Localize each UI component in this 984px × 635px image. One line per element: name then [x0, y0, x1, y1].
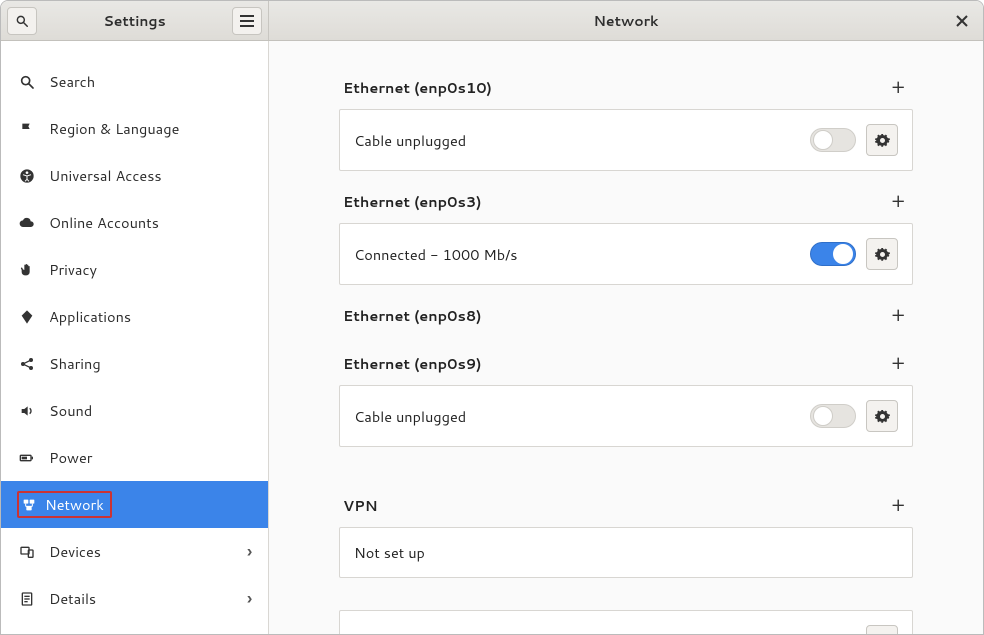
titlebar: Settings Network — [1, 1, 983, 41]
network-panel: Ethernet (enp0s10) + Cable unplugged Eth… — [269, 41, 983, 634]
gear-icon — [875, 409, 890, 424]
sidebar-item-sound[interactable]: Sound — [1, 387, 268, 434]
sidebar-item-label: Network — [45, 494, 104, 515]
details-icon — [17, 591, 37, 607]
close-button[interactable] — [951, 10, 973, 32]
sidebar-item-applications[interactable]: Applications — [1, 293, 268, 340]
diamond-icon — [17, 309, 37, 325]
sidebar-item-label: Online Accounts — [49, 212, 159, 233]
proxy-settings-button[interactable] — [866, 625, 898, 634]
ethernet-enp0s3-header: Ethernet (enp0s3) + — [339, 175, 913, 223]
speaker-icon — [17, 403, 37, 419]
settings-button[interactable] — [866, 400, 898, 432]
body: Notifications Search Region & Language U… — [1, 41, 983, 634]
sidebar-item-sharing[interactable]: Sharing — [1, 340, 268, 387]
proxy-state: Off — [833, 631, 856, 634]
devices-icon — [17, 544, 37, 560]
sidebar-item-label: Universal Access — [49, 165, 162, 186]
ethernet-enp0s3-card: Connected - 1000 Mb/s — [339, 223, 913, 285]
ethernet-enp0s9-header: Ethernet (enp0s9) + — [339, 337, 913, 385]
sidebar-title: Settings — [37, 11, 232, 31]
section-label: Ethernet (enp0s10) — [343, 77, 887, 98]
vpn-card: Not set up — [339, 527, 913, 578]
search-icon — [17, 74, 37, 90]
accessibility-icon — [17, 168, 37, 184]
proxy-label: Network Proxy — [354, 631, 833, 635]
cloud-icon — [17, 215, 37, 231]
chevron-right-icon: › — [247, 587, 252, 610]
chevron-right-icon: › — [247, 540, 252, 563]
flag-icon — [17, 121, 37, 137]
sidebar-item-details[interactable]: Details › — [1, 575, 268, 622]
connection-status: Cable unplugged — [354, 130, 810, 151]
sidebar-item-search[interactable]: Search — [1, 58, 268, 105]
sidebar-item-label: Applications — [49, 306, 131, 327]
network-proxy-card[interactable]: Network Proxy Off — [339, 610, 913, 634]
sidebar-item-universal-access[interactable]: Universal Access — [1, 152, 268, 199]
sidebar-item-label: Sharing — [49, 353, 101, 374]
sidebar-item-label: Sound — [49, 400, 92, 421]
gear-icon — [875, 247, 890, 262]
hand-icon — [17, 262, 37, 278]
sidebar[interactable]: Notifications Search Region & Language U… — [1, 41, 269, 634]
search-button[interactable] — [7, 7, 37, 35]
bell-icon — [17, 41, 37, 43]
connection-toggle[interactable] — [810, 128, 856, 152]
titlebar-left: Settings — [1, 1, 269, 40]
network-icon — [21, 497, 37, 513]
ethernet-enp0s10-header: Ethernet (enp0s10) + — [339, 61, 913, 109]
sidebar-item-label: Search — [49, 71, 95, 92]
toggle-knob — [813, 130, 833, 150]
page-title: Network — [269, 11, 983, 31]
connection-toggle[interactable] — [810, 242, 856, 266]
sidebar-item-label: Privacy — [49, 259, 97, 280]
add-connection-button[interactable]: + — [887, 301, 909, 329]
titlebar-right: Network — [269, 1, 983, 40]
close-icon — [956, 15, 968, 27]
ethernet-enp0s8-header: Ethernet (enp0s8) + — [339, 289, 913, 337]
sidebar-item-region[interactable]: Region & Language — [1, 105, 268, 152]
menu-button[interactable] — [232, 7, 262, 35]
sidebar-item-label: Power — [49, 447, 92, 468]
toggle-knob — [833, 244, 853, 264]
hamburger-icon — [240, 15, 254, 27]
settings-window: Settings Network Notifications Search — [0, 0, 984, 635]
add-vpn-button[interactable]: + — [887, 491, 909, 519]
highlight-box: Network — [17, 491, 112, 518]
sidebar-item-privacy[interactable]: Privacy — [1, 246, 268, 293]
sidebar-item-online-accounts[interactable]: Online Accounts — [1, 199, 268, 246]
sidebar-item-label: Devices — [49, 541, 101, 562]
connection-status: Connected - 1000 Mb/s — [354, 244, 810, 265]
connection-status: Cable unplugged — [354, 406, 810, 427]
search-icon — [15, 14, 29, 28]
settings-button[interactable] — [866, 238, 898, 270]
sidebar-item-label: Region & Language — [49, 118, 179, 139]
vpn-header: VPN + — [339, 479, 913, 527]
gear-icon — [875, 634, 890, 635]
vpn-status: Not set up — [354, 542, 898, 563]
sidebar-item-notifications[interactable]: Notifications — [1, 41, 268, 58]
ethernet-enp0s9-card: Cable unplugged — [339, 385, 913, 447]
section-label: Ethernet (enp0s3) — [343, 191, 887, 212]
add-connection-button[interactable]: + — [887, 187, 909, 215]
share-icon — [17, 356, 37, 372]
settings-button[interactable] — [866, 124, 898, 156]
toggle-knob — [813, 406, 833, 426]
sidebar-item-label: Details — [49, 588, 96, 609]
add-connection-button[interactable]: + — [887, 73, 909, 101]
ethernet-enp0s10-card: Cable unplugged — [339, 109, 913, 171]
sidebar-item-label: Notifications — [49, 41, 136, 45]
section-label: VPN — [343, 495, 887, 516]
connection-toggle[interactable] — [810, 404, 856, 428]
sidebar-item-power[interactable]: Power — [1, 434, 268, 481]
gear-icon — [875, 133, 890, 148]
sidebar-item-network[interactable]: Network — [1, 481, 268, 528]
add-connection-button[interactable]: + — [887, 349, 909, 377]
section-label: Ethernet (enp0s9) — [343, 353, 887, 374]
section-label: Ethernet (enp0s8) — [343, 305, 887, 326]
sidebar-item-devices[interactable]: Devices › — [1, 528, 268, 575]
battery-icon — [17, 450, 37, 466]
